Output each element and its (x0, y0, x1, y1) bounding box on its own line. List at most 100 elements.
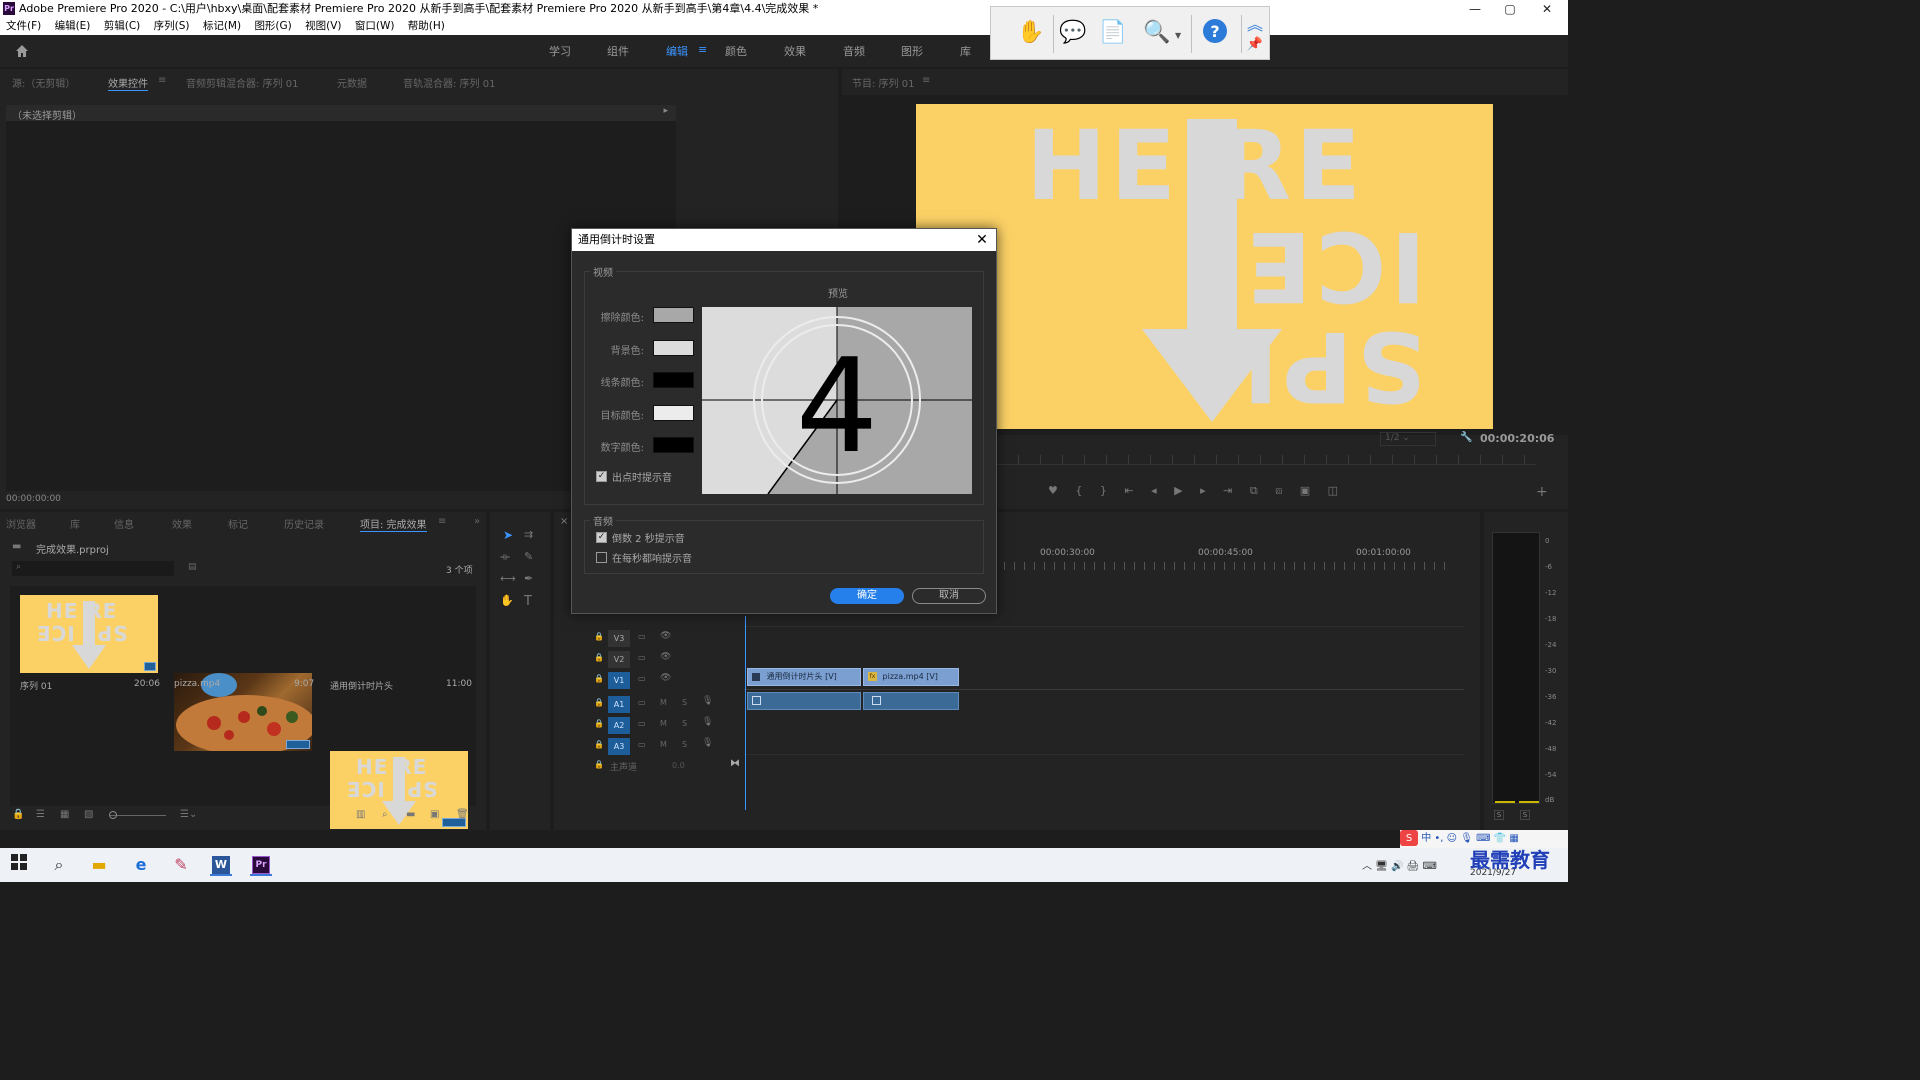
playhead[interactable] (745, 616, 746, 810)
tools-grid-icon[interactable]: ▦ (1509, 833, 1518, 844)
program-time-ruler[interactable] (996, 455, 1536, 465)
menu-view[interactable]: 视图(V) (305, 18, 341, 35)
line-color-swatch[interactable] (653, 372, 694, 388)
numeral-color-swatch[interactable] (653, 437, 694, 453)
tab-effect-controls[interactable]: 效果控件 (108, 75, 148, 91)
search-icon[interactable]: ⌕ (48, 854, 70, 876)
workspace-tab-assembly[interactable]: 组件 (607, 43, 629, 59)
workspace-tab-audio[interactable]: 音频 (843, 43, 865, 59)
lock-icon[interactable]: 🔒 (12, 809, 24, 820)
cancel-button[interactable]: 取消 (912, 588, 986, 604)
ripple-edit-tool-icon[interactable]: ⟛ (500, 550, 510, 564)
timeline-audio-clip[interactable] (863, 692, 959, 710)
microphone-icon[interactable]: 🎙 (702, 696, 713, 706)
emoji-icon[interactable]: ☺ (1447, 833, 1457, 844)
menu-file[interactable]: 文件(F) (6, 18, 41, 35)
tab-project[interactable]: 项目: 完成效果 (360, 516, 427, 532)
new-item-icon[interactable]: ▣ (430, 809, 439, 820)
workspace-tab-color[interactable]: 颜色 (725, 43, 747, 59)
solo-toggle[interactable]: S (682, 698, 687, 707)
track-target-v1[interactable]: V1 (608, 672, 630, 689)
voice-icon[interactable]: 🎙 (1460, 833, 1473, 844)
tab-libraries[interactable]: 库 (70, 516, 80, 531)
pen-tool-icon[interactable]: ✒ (524, 572, 533, 585)
freeform-view-icon[interactable]: ▧ (84, 809, 93, 820)
wrench-icon[interactable]: 🔧 (1460, 432, 1472, 443)
mute-toggle[interactable]: M (660, 719, 667, 728)
windows-icon[interactable] (8, 854, 30, 876)
menu-edit[interactable]: 编辑(E) (55, 18, 91, 35)
skin-icon[interactable]: 👕 (1494, 833, 1506, 844)
panel-menu-icon[interactable]: ≡ (922, 75, 930, 86)
tab-info[interactable]: 信息 (114, 516, 134, 531)
microphone-icon[interactable]: 🎙 (702, 717, 713, 727)
track-target-a2[interactable]: A2 (608, 717, 630, 734)
play-icon[interactable]: ▶ (1174, 484, 1182, 497)
new-bin-from-search-icon[interactable]: ▤ (188, 562, 197, 572)
sync-lock-icon[interactable]: ▭ (638, 740, 646, 749)
tab-audio-clip-mixer[interactable]: 音频剪辑混合器: 序列 01 (186, 75, 298, 90)
tab-source[interactable]: 源:（无剪辑） (12, 75, 75, 90)
background-color-swatch[interactable] (653, 340, 694, 356)
extract-icon[interactable]: ⧇ (1275, 484, 1282, 497)
workspace-tab-effects[interactable]: 效果 (784, 43, 806, 59)
track-target-v3[interactable]: V3 (608, 630, 630, 647)
step-back-icon[interactable]: ◂ (1151, 484, 1157, 497)
lock-track-icon[interactable]: 🔒 (594, 740, 604, 749)
workspace-tab-graphics[interactable]: 图形 (901, 43, 923, 59)
zoom-search-icon[interactable]: 🔍 (1139, 17, 1175, 49)
step-forward-icon[interactable]: ▸ (1200, 484, 1206, 497)
mark-in-icon[interactable]: { (1075, 484, 1082, 497)
export-icon[interactable]: 📄 (1095, 17, 1131, 49)
workspace-tab-editing[interactable]: 编辑 (666, 43, 688, 59)
master-volume[interactable]: 0.0 (672, 761, 685, 770)
paint-icon[interactable]: ✎ (170, 854, 192, 876)
ime-toolbar[interactable]: S 中 •, ☺ 🎙 ⌨ 👕 ▦ (1400, 830, 1568, 848)
microphone-icon[interactable]: 🎙 (702, 738, 713, 748)
zoom-select[interactable]: 1/2 ⌄ (1380, 432, 1436, 446)
comment-icon[interactable]: 💬 (1055, 17, 1091, 49)
tab-markers[interactable]: 标记 (228, 516, 248, 531)
timeline-ruler[interactable] (994, 562, 1454, 570)
ok-button[interactable]: 确定 (830, 588, 904, 604)
menu-graphics[interactable]: 图形(G) (254, 18, 291, 35)
sync-lock-icon[interactable]: ▭ (638, 698, 646, 707)
compare-icon[interactable]: ◫ (1328, 484, 1338, 497)
ime-punctuation-icon[interactable]: •, (1434, 833, 1443, 844)
lock-track-icon[interactable]: 🔒 (594, 674, 604, 683)
sync-lock-icon[interactable]: ▭ (638, 632, 646, 641)
panel-menu-icon[interactable]: ≡ (438, 516, 446, 527)
tab-metadata[interactable]: 元数据 (337, 75, 367, 90)
minimize-button[interactable]: — (1460, 0, 1490, 18)
go-to-end-icon[interactable]: ⧓ (730, 758, 740, 769)
new-bin-icon[interactable]: ▬ (406, 809, 415, 820)
mark-out-icon[interactable]: } (1100, 484, 1107, 497)
sync-lock-icon[interactable]: ▭ (638, 674, 646, 683)
hand-tool-icon[interactable]: ✋ (500, 594, 514, 607)
mute-toggle[interactable]: M (660, 698, 667, 707)
menu-markers[interactable]: 标记(M) (203, 18, 241, 35)
collapse-up-icon[interactable]: ︽ (1245, 11, 1265, 34)
type-tool-icon[interactable]: T (524, 594, 532, 609)
eye-icon[interactable]: 👁 (660, 631, 671, 641)
expand-arrow-icon[interactable]: ▸ (663, 106, 668, 116)
sogou-icon[interactable]: S (1400, 830, 1418, 846)
cue-every-second-checkbox[interactable] (596, 552, 607, 563)
help-icon[interactable]: ? (1197, 17, 1233, 49)
icon-view-icon[interactable]: ▦ (60, 809, 69, 820)
lock-track-icon[interactable]: 🔒 (594, 653, 604, 662)
dropdown-arrow-icon[interactable]: ▼ (1175, 31, 1181, 40)
hand-icon[interactable]: ✋ (1013, 17, 1049, 49)
sync-lock-icon[interactable]: ▭ (638, 653, 646, 662)
premiere-icon[interactable]: Pr (250, 854, 272, 876)
keyboard-icon[interactable]: ⌨ (1476, 833, 1490, 844)
track-target-a1[interactable]: A1 (608, 696, 630, 713)
selection-tool-icon[interactable]: ➤ (500, 528, 516, 544)
sync-lock-icon[interactable]: ▭ (638, 719, 646, 728)
timeline-audio-clip[interactable] (747, 692, 861, 710)
go-to-in-icon[interactable]: ⇤ (1124, 484, 1133, 497)
dialog-close-button[interactable]: ✕ (974, 229, 990, 251)
razor-tool-icon[interactable]: ✎ (524, 550, 533, 563)
workspace-menu-icon[interactable]: ≡ (698, 43, 707, 56)
tab-browser[interactable]: 浏览器 (6, 516, 36, 531)
